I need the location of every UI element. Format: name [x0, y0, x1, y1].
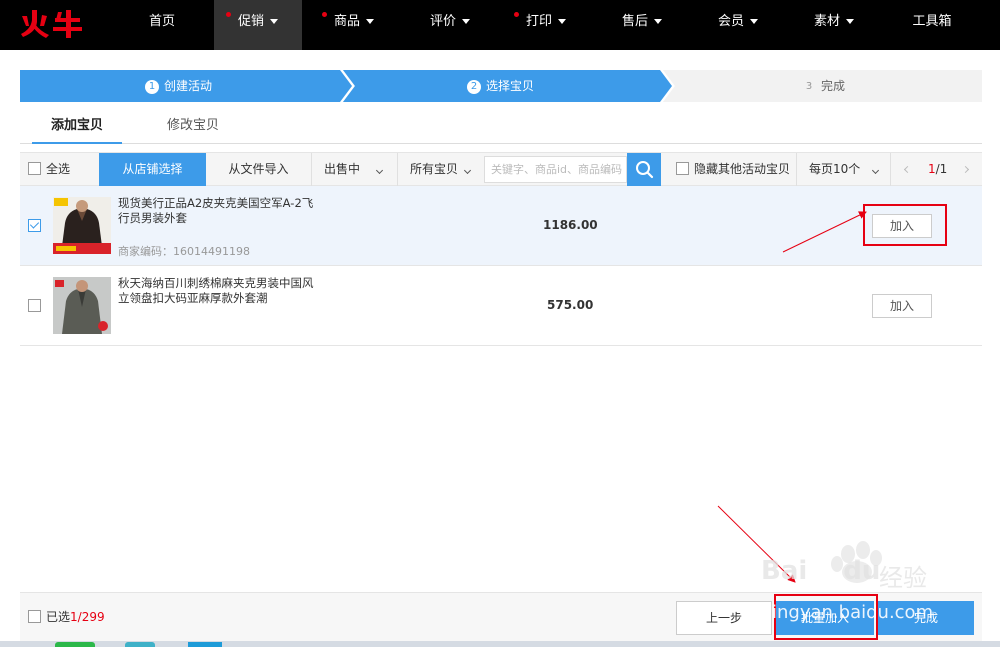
watermark-brand: Bai du [761, 556, 880, 586]
watermark-cn: 经验 [879, 564, 927, 592]
watermark-brand-bai: Bai [761, 556, 808, 586]
watermark-brand-du: du [843, 556, 881, 586]
os-taskbar [0, 641, 1000, 647]
watermark-url: jingyan.baidu.com [767, 602, 934, 623]
baidu-watermark: Bai du 经验 jingyan.baidu.com [755, 540, 955, 630]
page: 首页 促销 商品 评价 打印 售后 会员 素材 工具箱 1 创建活动 2 选择宝贝 3 完成 添加宝贝… [0, 0, 1000, 647]
